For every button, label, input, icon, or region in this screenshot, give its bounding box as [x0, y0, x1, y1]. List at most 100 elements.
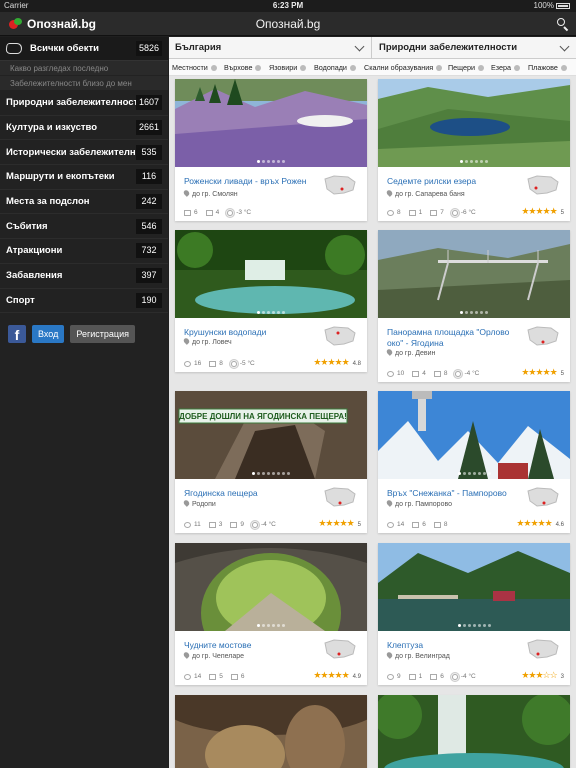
weather-stat: -4 °C [455, 370, 479, 377]
carousel-dots[interactable] [378, 310, 570, 314]
comment-icon [184, 673, 191, 680]
place-card[interactable]: Роженски ливади - връх Рожен до гр. Смол… [175, 79, 367, 221]
stat-value: -4 °C [261, 521, 276, 528]
place-title[interactable]: Клептуза [387, 640, 527, 651]
place-card[interactable]: Връх "Снежанка" - Пампорово до гр. Пампо… [378, 391, 570, 533]
reviews-stat: 8 [209, 360, 223, 367]
sidebar-item-sport[interactable]: Спорт 190 [0, 289, 168, 314]
rating-value: 3 [560, 674, 564, 680]
tab-varhove[interactable]: Върхове [224, 63, 262, 72]
place-title[interactable]: Панорамна площадка "Орлово око" - Ягодин… [387, 327, 527, 349]
count-badge: 190 [136, 292, 162, 308]
carousel-dots[interactable] [175, 159, 367, 163]
category-select[interactable]: Природни забележителности [373, 37, 576, 59]
place-location: до гр. Сапарева баня [385, 189, 465, 198]
sidebar-item-attractions[interactable]: Атракциони 732 [0, 239, 168, 264]
place-title[interactable]: Седемте рилски езера [387, 176, 527, 187]
sun-icon [230, 360, 237, 367]
sidebar-item-lodging[interactable]: Места за подслон 242 [0, 190, 168, 215]
filter-selectors: България Природни забележителности [169, 37, 576, 59]
place-title[interactable]: Роженски ливади - връх Рожен [184, 176, 324, 187]
comments-stat: 14 [184, 673, 201, 680]
sidebar-nearby[interactable]: Забележителности близо до мен [0, 76, 168, 91]
sidebar-recently-viewed[interactable]: Какво разгледах последно [0, 61, 168, 76]
photos-stat: 1 [408, 209, 422, 216]
place-card[interactable]: Седемте рилски езера до гр. Сапарева бан… [378, 79, 570, 221]
carousel-dots[interactable] [175, 310, 367, 314]
comments-stat: 8 [387, 209, 401, 216]
reviews-stat: 8 [433, 370, 447, 377]
top-navbar: Опознай.bg Опознай.bg [0, 12, 576, 36]
place-card[interactable]: Чудните мостове до гр. Чепеларе 14 5 6 ★… [175, 543, 367, 685]
rating-value: 5 [560, 210, 564, 216]
rating-value: 4.8 [352, 361, 361, 367]
sidebar-item-label: Събития [6, 220, 48, 232]
sidebar-item-entertainment[interactable]: Забавления 397 [0, 264, 168, 289]
search-icon[interactable] [556, 17, 570, 32]
count-badge: 546 [136, 218, 162, 234]
tab-label: Язовири [269, 63, 298, 72]
toggle-dot-icon [436, 65, 443, 71]
carousel-dots[interactable] [378, 623, 570, 627]
stat-value: 14 [397, 521, 405, 528]
sidebar-item-label: Места за подслон [6, 196, 90, 208]
place-card[interactable]: Крушунски водопади до гр. Ловеч 16 8 -5 … [175, 230, 367, 372]
bulgaria-map-icon [527, 175, 559, 195]
facebook-icon[interactable]: f [8, 325, 26, 344]
tab-peshteri[interactable]: Пещери [448, 63, 485, 72]
place-location: до гр. Велинград [385, 651, 450, 660]
reviews-stat: 6 [230, 673, 244, 680]
paperclip-icon [208, 521, 216, 528]
login-button[interactable]: Вход [32, 325, 65, 344]
register-button[interactable]: Регистрация [70, 325, 135, 344]
carousel-dots[interactable] [175, 623, 367, 627]
place-title[interactable]: Крушунски водопади [184, 327, 324, 338]
envelope-icon [230, 521, 238, 528]
tab-skalni[interactable]: Скални образувания [364, 63, 443, 72]
comment-icon [184, 521, 191, 528]
place-card[interactable] [378, 695, 570, 768]
sun-icon [252, 521, 258, 528]
place-title[interactable]: Ягодинска пещера [184, 488, 324, 499]
location-pin-icon [182, 499, 191, 507]
carousel-dots[interactable] [175, 471, 367, 475]
tab-mestnosti[interactable]: Местности [172, 63, 217, 72]
photos-stat: 4 [412, 370, 426, 377]
chevron-down-icon [354, 41, 365, 52]
paperclip-icon [209, 673, 217, 680]
tab-ezera[interactable]: Езера [491, 63, 521, 72]
sidebar-item-nature[interactable]: Природни забележителности 1607 [0, 91, 168, 116]
location-pin-icon [182, 337, 191, 345]
category-sidebar: Всички обекти 5826 Какво разгледах после… [0, 37, 168, 768]
sidebar-item-all[interactable]: Всички обекти 5826 [0, 37, 168, 61]
place-card[interactable]: Клептуза до гр. Велинград 9 1 6 -4 °C ★★… [378, 543, 570, 685]
count-badge: 397 [136, 268, 162, 284]
photos-stat: 6 [184, 209, 198, 216]
place-title[interactable]: Чудните мостове [184, 640, 324, 651]
place-card[interactable] [175, 695, 367, 768]
tab-vodopadi[interactable]: Водопади [314, 63, 356, 72]
sidebar-item-routes[interactable]: Маршрути и екопътеки 116 [0, 165, 168, 190]
sidebar-item-culture[interactable]: Култура и изкуство 2661 [0, 116, 168, 141]
star-rating: ★★★☆☆ 3 [521, 670, 564, 681]
carousel-dots[interactable] [378, 471, 570, 475]
tab-yazoviri[interactable]: Язовири [269, 63, 307, 72]
toggle-dot-icon [478, 65, 485, 71]
carousel-dots[interactable] [378, 159, 570, 163]
stat-value: 7 [440, 209, 444, 216]
region-select[interactable]: България [169, 37, 372, 59]
tab-plazhove[interactable]: Плажове [528, 63, 567, 72]
sidebar-item-history[interactable]: Исторически забележителности535 [0, 140, 168, 166]
place-card[interactable]: Панорамна площадка "Орлово око" - Ягодин… [378, 230, 570, 382]
place-photo [378, 695, 570, 768]
page-title: Опознай.bg [255, 17, 321, 31]
place-photo [378, 391, 570, 479]
place-photo: ДОБРЕ ДОШЛИ НА ЯГОДИНСКА ПЕЩЕРА! [175, 391, 367, 479]
paperclip-icon [184, 209, 191, 216]
weather-stat: -5 °C [230, 360, 255, 367]
place-title[interactable]: Връх "Снежанка" - Пампорово [387, 488, 527, 499]
place-photo [378, 543, 570, 631]
sidebar-item-events[interactable]: Събития 546 [0, 214, 168, 240]
photos-stat: 5 [209, 673, 223, 680]
place-card[interactable]: ДОБРЕ ДОШЛИ НА ЯГОДИНСКА ПЕЩЕРА! Ягодинс… [175, 391, 367, 533]
